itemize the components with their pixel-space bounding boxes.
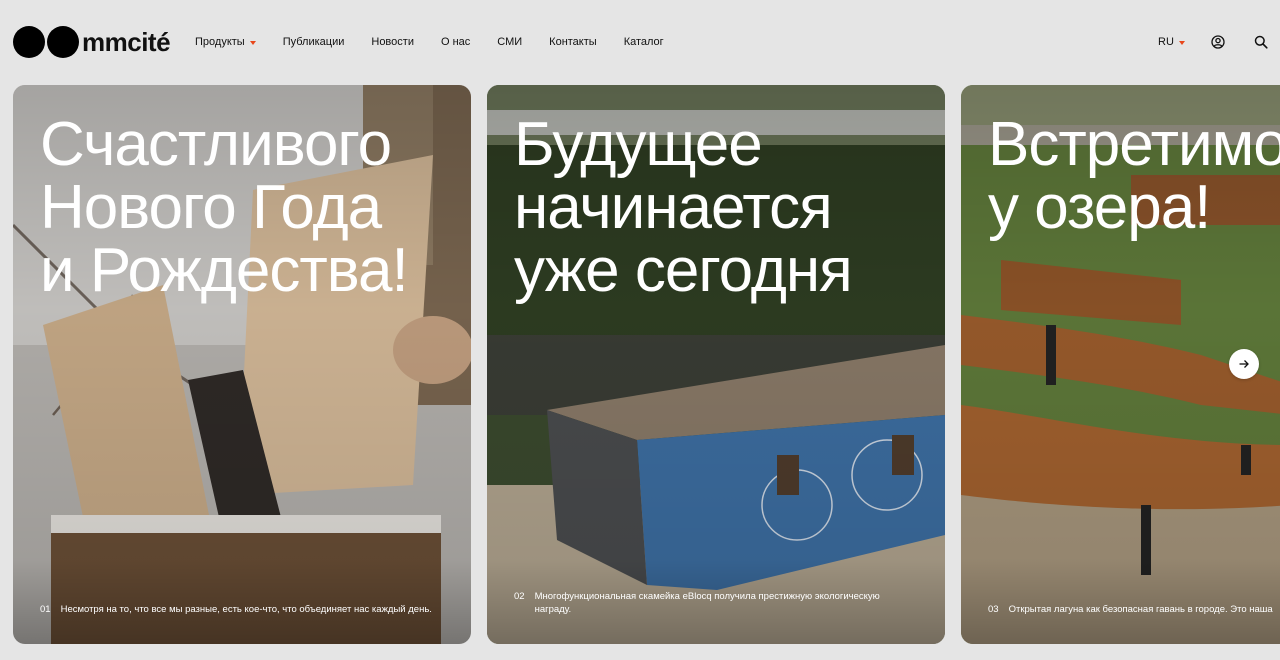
nav-item-news[interactable]: Новости [371,36,414,48]
slide-caption: 02 Многофункциональная скамейка eBlocq п… [514,590,914,616]
nav-item-label: Публикации [282,36,345,48]
slide-card-new-year[interactable]: Счастливого Нового Года и Рождества! 01 … [13,85,471,644]
slide-caption-text: Несмотря на то, что все мы разные, есть … [60,604,432,615]
nav-item-catalog[interactable]: Каталог [624,36,664,48]
slide-title: Будущее начинается уже сегодня [514,110,853,305]
nav-item-label: О нас [440,36,471,48]
brand-name: mmcité [82,27,171,57]
carousel-next-button[interactable] [1229,349,1259,379]
nav-item-label: Каталог [623,36,664,48]
search-icon[interactable] [1254,35,1268,49]
slide-number: 03 [988,604,999,615]
nav-item-media[interactable]: СМИ [497,36,522,48]
nav-item-products[interactable]: Продукты [195,36,256,48]
chevron-down-icon [1178,40,1185,45]
nav-item-contacts[interactable]: Контакты [549,36,597,48]
nav-item-label: Новости [371,36,414,48]
chevron-down-icon [249,40,256,45]
nav-item-about[interactable]: О нас [441,36,470,48]
slide-number: 01 [40,604,51,615]
language-selector[interactable]: RU [1158,34,1185,50]
nav-item-publications[interactable]: Публикации [283,36,345,48]
slide-caption: 01 Несмотря на то, что все мы разные, ес… [40,603,432,616]
slide-title: Встретимо у озера! [988,110,1280,242]
nav-item-label: Контакты [549,36,597,48]
logo-circle-right [47,26,79,58]
slide-caption: 03 Открытая лагуна как безопасная гавань… [988,603,1280,616]
slide-caption-text: Многофункциональная скамейка eBlocq полу… [534,591,880,615]
site-header: mmcité Продукты Публикации Новости О нас… [0,0,1280,84]
nav-item-label: СМИ [497,36,523,48]
language-label: RU [1158,36,1174,48]
main-nav: Продукты Публикации Новости О нас СМИ Ко… [195,34,691,50]
user-icon[interactable] [1211,35,1225,49]
slide-title: Счастливого Нового Года и Рождества! [40,110,409,305]
slide-caption-text: Открытая лагуна как безопасная гавань в … [1008,604,1273,615]
slide-number: 02 [514,591,525,602]
logo-circle-left [13,26,45,58]
brand-logo[interactable]: mmcité [13,26,171,58]
nav-item-label: Продукты [195,36,245,48]
slide-card-future[interactable]: Будущее начинается уже сегодня 02 Многоф… [487,85,945,644]
arrow-right-icon [1239,360,1249,368]
